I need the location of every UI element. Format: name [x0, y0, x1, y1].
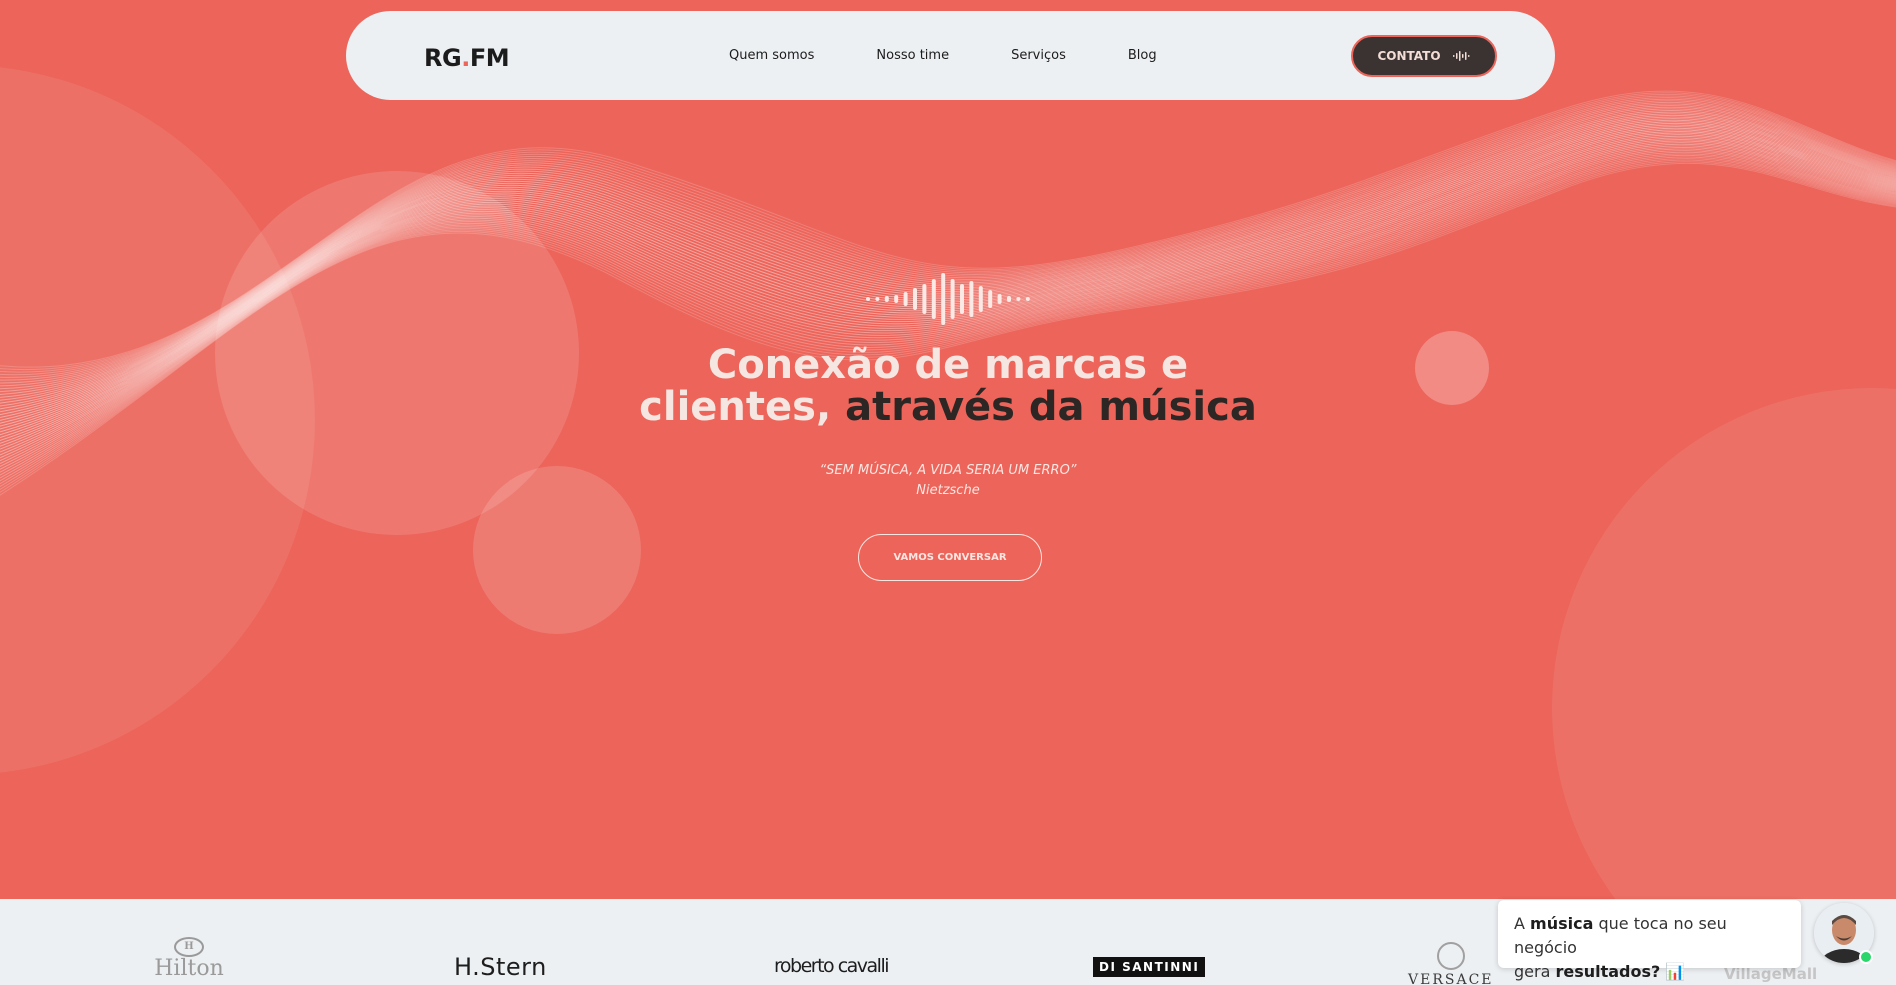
sound-wave-icon [866, 273, 1030, 325]
sound-bar [894, 295, 899, 303]
logo-main: RG [424, 44, 462, 72]
logo-di-santinni: DI SANTINNI [1093, 957, 1206, 977]
sound-bar [866, 297, 870, 301]
sound-bar [950, 279, 955, 319]
sound-bar [941, 273, 946, 325]
versace-medusa-icon [1436, 942, 1465, 970]
logo-hstern: H.Stern [454, 953, 547, 981]
sound-bar [875, 297, 880, 301]
bar-chart-emoji-icon: 📊 [1665, 962, 1686, 981]
sound-bar [1007, 296, 1011, 302]
nav-item-servicos[interactable]: Serviços [1011, 48, 1066, 63]
logo-roberto-cavalli: roberto cavalli [774, 955, 890, 977]
hero-background [0, 67, 1896, 899]
sound-bar [960, 284, 964, 314]
headline-part2: clientes, [639, 384, 832, 430]
contact-button[interactable]: CONTATO [1351, 35, 1497, 77]
quote-author: Nietzsche [916, 483, 980, 498]
chat-bold-text: música [1530, 914, 1594, 933]
sound-bar [997, 294, 1002, 304]
headline-part1: Conexão de marcas e [707, 342, 1189, 388]
sound-bar [922, 284, 927, 314]
online-status-indicator [1859, 950, 1873, 964]
sound-bar [969, 281, 974, 317]
hero-quote: “SEM MÚSICA, A VIDA SERIA UM ERRO” Nietz… [748, 461, 1148, 501]
chat-bold-text: resultados? [1555, 962, 1661, 981]
nav-links: Quem somos Nosso time Serviços Blog [729, 11, 1219, 100]
nav-item-blog[interactable]: Blog [1128, 48, 1157, 63]
sound-bar [884, 296, 889, 302]
top-navbar: RG.FM Quem somos Nosso time Serviços Blo… [346, 11, 1555, 100]
hero-headline: Conexão de marcas e clientes, através da… [548, 344, 1348, 428]
sound-bar [931, 279, 936, 319]
sound-bar [1025, 297, 1030, 301]
hero-section: Conexão de marcas e clientes, através da… [0, 0, 1896, 899]
lets-talk-button[interactable]: VAMOS CONVERSAR [858, 534, 1042, 581]
nav-item-quem-somos[interactable]: Quem somos [729, 48, 814, 63]
chat-text: gera [1514, 962, 1556, 981]
logo-hilton: H Hilton [130, 937, 248, 980]
sound-bar [913, 288, 917, 310]
headline-highlight: através da música [845, 384, 1257, 430]
sound-bar [1016, 297, 1021, 301]
sound-bar [903, 292, 908, 306]
versace-label: VERSACE [1408, 972, 1494, 985]
sound-bar [978, 286, 983, 312]
contact-button-label: CONTATO [1377, 49, 1441, 63]
chat-text: A [1514, 914, 1531, 933]
chat-prompt-bubble[interactable]: A música que toca no seu negócio gera re… [1498, 900, 1801, 981]
chat-line-2: gera resultados? 📊 [1514, 960, 1785, 984]
sound-bar [988, 290, 993, 308]
logo-versace: VERSACE [1408, 942, 1494, 985]
audio-wave-icon [1452, 51, 1470, 61]
logo-dot: . [461, 44, 470, 72]
site-logo[interactable]: RG.FM [424, 44, 510, 72]
hilton-mark: H [174, 937, 204, 957]
nav-item-nosso-time[interactable]: Nosso time [876, 48, 949, 63]
chat-line-1: A música que toca no seu negócio [1514, 912, 1785, 960]
logo-end: FM [469, 44, 510, 72]
hilton-label: Hilton [154, 956, 224, 981]
quote-text: “SEM MÚSICA, A VIDA SERIA UM ERRO” [819, 463, 1077, 478]
